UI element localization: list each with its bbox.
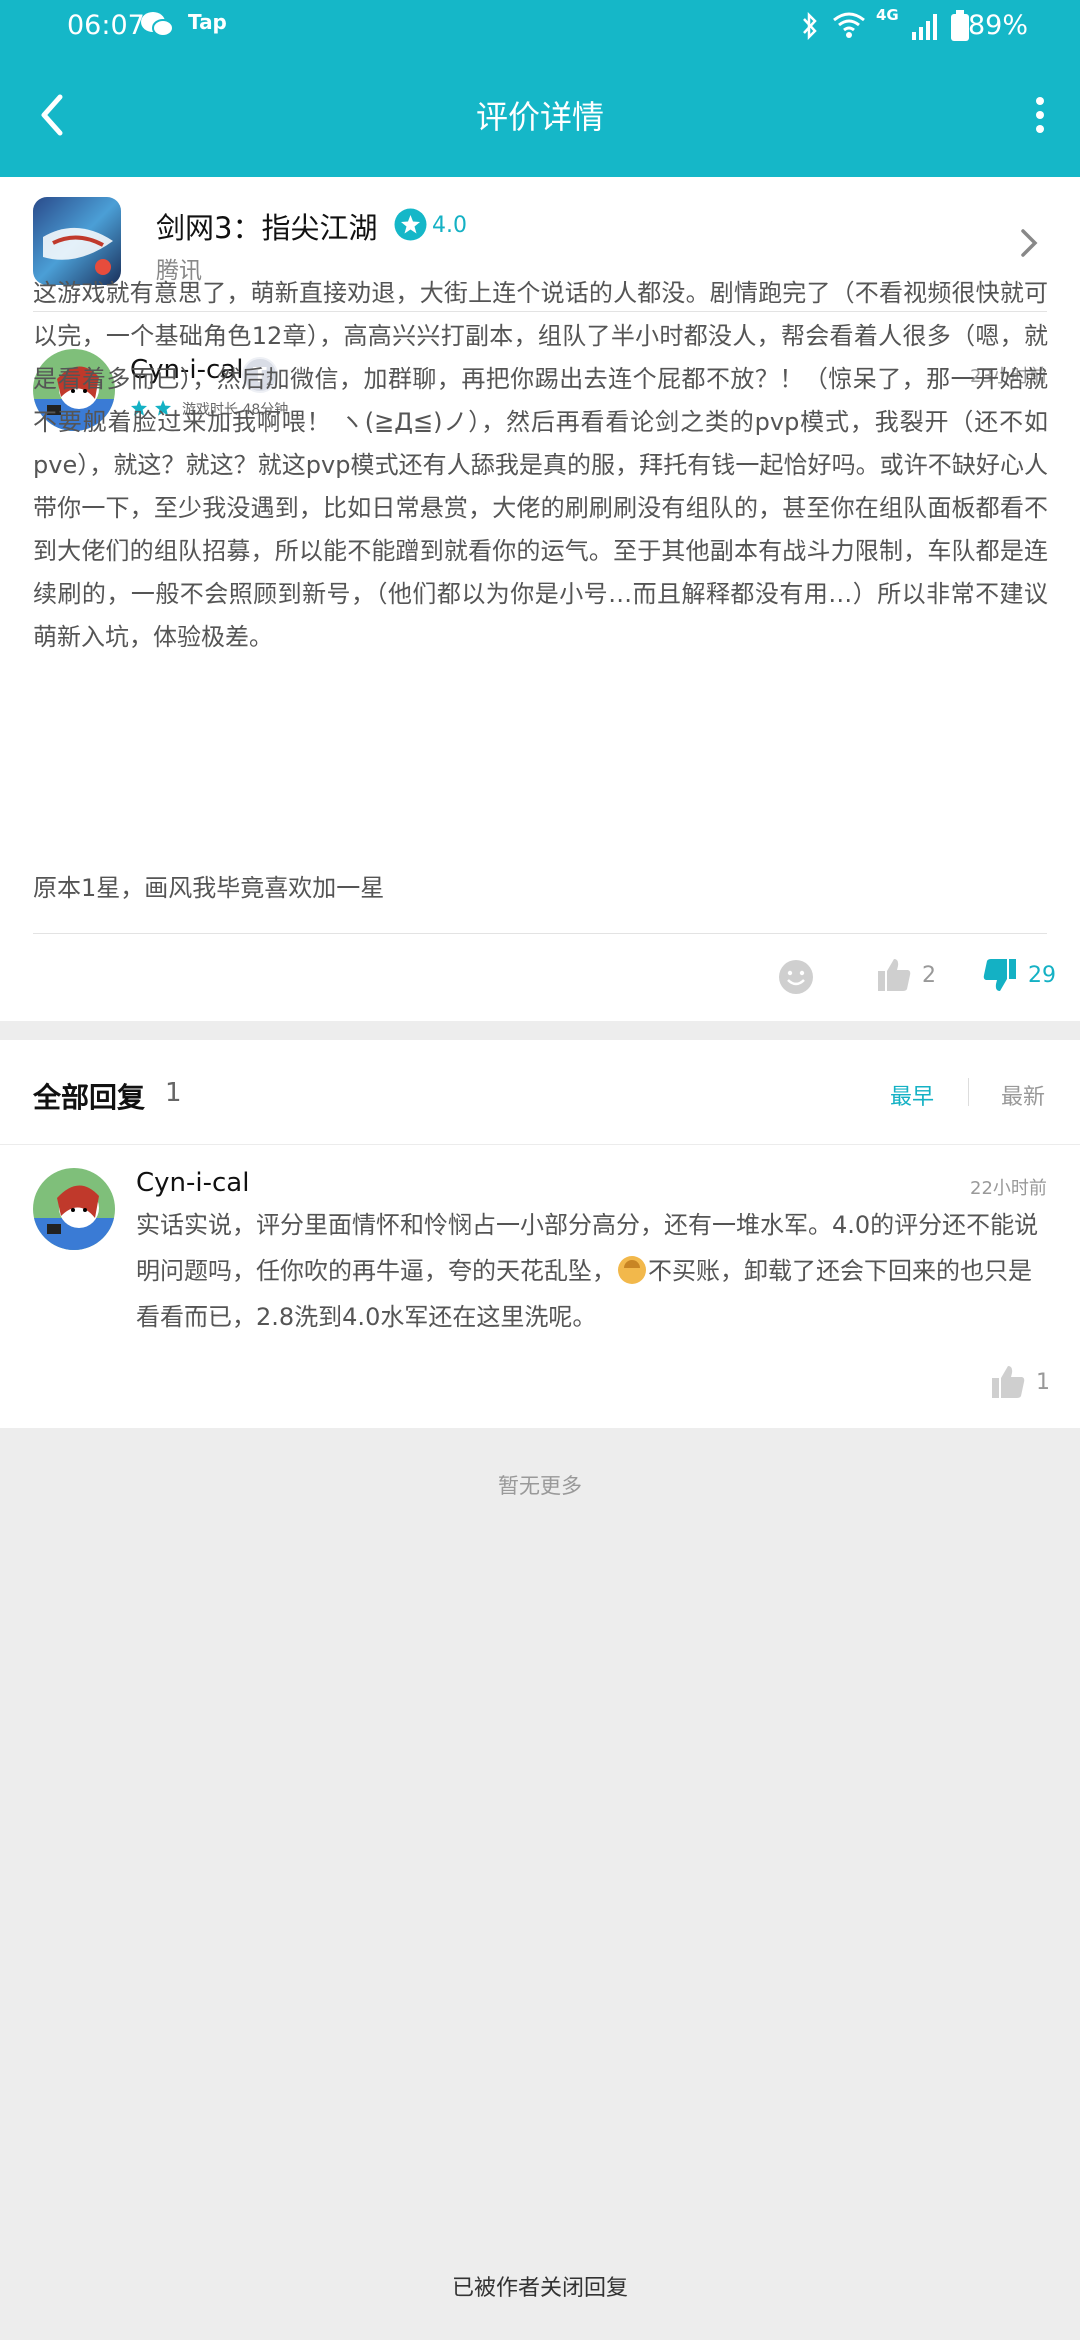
- game-title: 剑网3：指尖江湖: [156, 211, 378, 245]
- replies-title: 全部回复: [33, 1081, 146, 1114]
- tap-app-icon: Tap: [188, 10, 227, 34]
- reply-author[interactable]: Cyn-i-cal: [136, 1168, 249, 1198]
- thumbs-up-icon: [992, 1366, 1025, 1398]
- more-menu-button[interactable]: [1030, 95, 1050, 135]
- page-title: 评价详情: [475, 98, 604, 136]
- reply-text: 实话实说，评分里面情怀和怜悯占一小部分高分，还有一堆水军。4.0的评分还不能说明…: [136, 1202, 1046, 1340]
- smiley-icon: [779, 960, 813, 994]
- sort-earliest-tab[interactable]: 最早: [890, 1079, 934, 1111]
- replies-closed-label: 已被作者关闭回复: [451, 2276, 628, 2301]
- sort-separator: [968, 1078, 969, 1106]
- avatar[interactable]: [33, 1168, 115, 1250]
- replies-count: 1: [165, 1078, 182, 1108]
- signal-icon: [910, 12, 942, 44]
- dislike-count: 29: [1028, 963, 1056, 988]
- review-extra-note: 原本1星，画风我毕竟喜欢加一星: [33, 874, 385, 902]
- chevron-right-icon: [1020, 228, 1038, 258]
- status-time: 06:07: [67, 10, 145, 41]
- reply-item: Cyn-i-cal 22小时前 实话实说，评分里面情怀和怜悯占一小部分高分，还有…: [0, 1144, 1080, 1428]
- more-vertical-icon: [1036, 97, 1044, 133]
- game-rating: 4.0: [432, 213, 467, 238]
- bluetooth-icon: [800, 11, 820, 44]
- reply-like-button[interactable]: 1: [990, 1364, 1060, 1404]
- wifi-icon: [832, 10, 866, 44]
- like-button[interactable]: 2: [876, 957, 946, 997]
- review-card: 剑网3：指尖江湖 4.0 腾讯 Cyn-i-cal T 2 游戏时长 48分钟 …: [0, 177, 1080, 1021]
- dislike-button[interactable]: 29: [982, 957, 1062, 997]
- network-type-icon: 4G: [876, 6, 899, 24]
- like-count: 2: [922, 963, 936, 988]
- sort-latest-tab[interactable]: 最新: [1001, 1079, 1045, 1111]
- thumbs-up-icon: [878, 959, 911, 991]
- divider: [33, 933, 1047, 934]
- replies-section: 全部回复 1 最早 最新 Cyn-i-cal 22小时前 实话实说，评分里面情怀…: [0, 1040, 1080, 1428]
- review-text: 这游戏就有意思了，萌新直接劝退，大街上连个说话的人都没。剧情跑完了（不看视频很快…: [33, 279, 1048, 651]
- reply-time: 22小时前: [970, 1178, 1047, 1199]
- wechat-icon: [140, 10, 174, 42]
- app-header: 06:07 Tap 4G 89% 评价详情: [0, 0, 1080, 177]
- rating-star-icon: [394, 208, 427, 241]
- battery-level: 89%: [967, 10, 1028, 41]
- reply-like-count: 1: [1036, 1370, 1050, 1395]
- react-emoji-button[interactable]: [778, 959, 814, 995]
- thumbs-down-icon: [983, 959, 1016, 991]
- no-more-label: 暂无更多: [498, 1474, 582, 1498]
- emoji-face-icon: [618, 1256, 646, 1284]
- status-bar: 06:07 Tap 4G 89%: [0, 0, 1080, 54]
